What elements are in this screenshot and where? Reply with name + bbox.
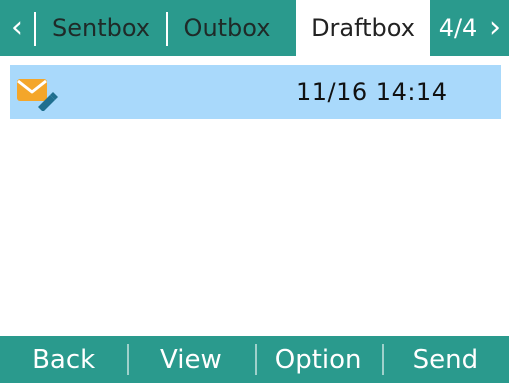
chevron-left-icon[interactable]: ‹ — [2, 0, 32, 56]
softkey-bar: Back View Option Send — [0, 336, 509, 383]
list-item[interactable]: 11/16 14:14 — [10, 65, 501, 119]
send-button[interactable]: Send — [381, 336, 509, 383]
tab-outbox[interactable]: Outbox — [168, 0, 286, 56]
tab-sentbox[interactable]: Sentbox — [36, 0, 166, 56]
chevron-right-icon[interactable]: › — [480, 0, 509, 56]
page-counter: 4/4 — [438, 14, 478, 42]
message-timestamp: 11/16 14:14 — [296, 78, 448, 106]
message-list: 11/16 14:14 — [0, 56, 509, 336]
draft-envelope-icon — [17, 79, 58, 111]
back-button[interactable]: Back — [0, 336, 127, 383]
tab-bar: ‹ Sentbox Outbox Draftbox 4/4 › — [0, 0, 509, 56]
tab-draftbox[interactable]: Draftbox — [296, 0, 430, 56]
option-button[interactable]: Option — [254, 336, 382, 383]
view-button[interactable]: View — [127, 336, 254, 383]
